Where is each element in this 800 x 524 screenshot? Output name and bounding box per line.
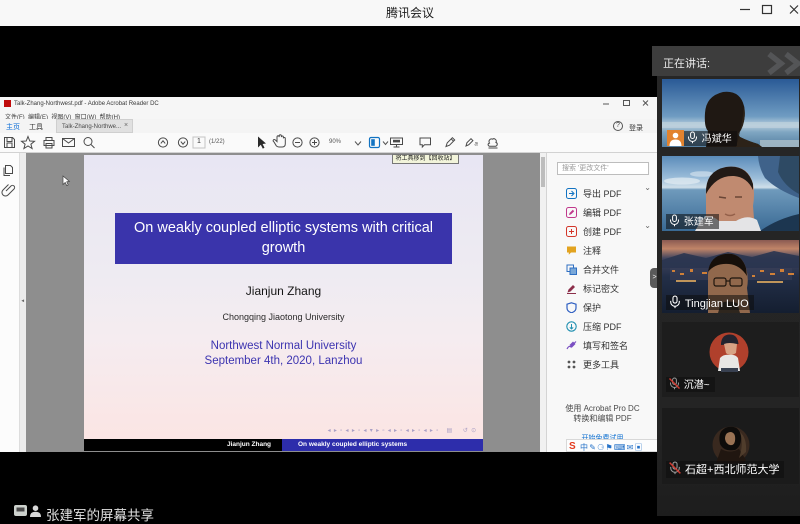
svg-text:a: a bbox=[475, 142, 479, 148]
